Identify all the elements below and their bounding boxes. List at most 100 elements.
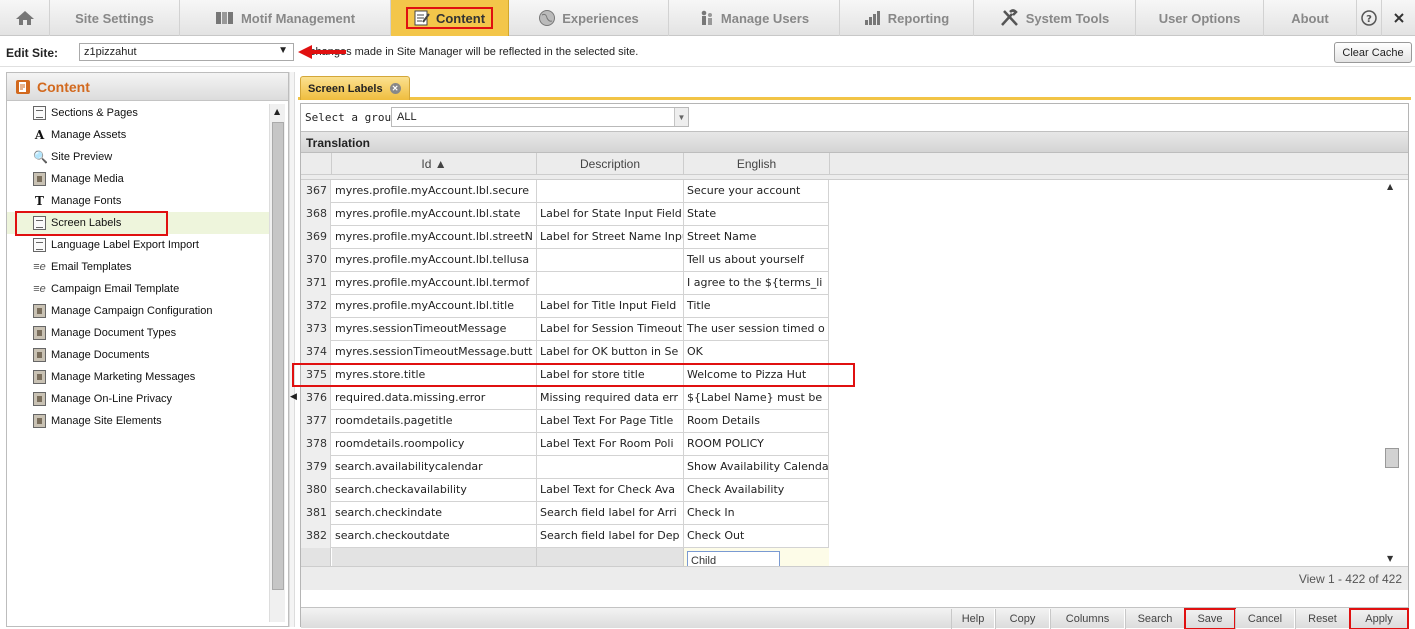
english-cell[interactable]: State <box>684 203 829 226</box>
description-cell[interactable] <box>537 272 684 295</box>
table-row[interactable]: 373 myres.sessionTimeoutMessage Label for … <box>301 318 829 341</box>
id-cell[interactable]: myres.profile.myAccount.lbl.title <box>332 295 537 318</box>
id-cell[interactable]: myres.profile.myAccount.lbl.termof <box>332 272 537 295</box>
description-cell[interactable]: Search field label for Dep <box>537 525 684 548</box>
apply-button[interactable]: Apply <box>1349 608 1409 629</box>
table-row[interactable]: 372 myres.profile.myAccount.lbl.title Labe… <box>301 295 829 318</box>
collapse-left-icon[interactable]: ◀ <box>290 392 297 402</box>
nav-close[interactable] <box>1382 0 1415 36</box>
table-row[interactable]: 379 search.availabilitycalendar Show Avail… <box>301 456 829 479</box>
english-cell[interactable]: Check Out <box>684 525 829 548</box>
id-cell[interactable]: myres.sessionTimeoutMessage.butt <box>332 341 537 364</box>
english-cell[interactable]: OK <box>684 341 829 364</box>
english-cell[interactable]: Room Details <box>684 410 829 433</box>
table-row[interactable]: 369 myres.profile.myAccount.lbl.streetN La… <box>301 226 829 249</box>
english-cell[interactable]: Check In <box>684 502 829 525</box>
description-cell[interactable]: Label for Title Input Field <box>537 295 684 318</box>
tree-item-email-templates[interactable]: ≡e Email Templates <box>7 256 270 278</box>
id-cell[interactable]: search.availabilitycalendar <box>332 456 537 479</box>
description-cell[interactable]: Label for Street Name Input <box>537 226 684 249</box>
tree-item-manage-assets[interactable]: A Manage Assets <box>7 124 270 146</box>
scroll-down-icon[interactable]: ▼ <box>1387 554 1393 563</box>
nav-home[interactable] <box>0 0 50 36</box>
description-cell[interactable]: Label for store title <box>537 364 684 387</box>
nav-system-tools[interactable]: System Tools <box>974 0 1136 36</box>
save-button[interactable]: Save <box>1184 608 1236 629</box>
description-cell[interactable] <box>537 249 684 272</box>
id-cell[interactable]: search.checkoutdate <box>332 525 537 548</box>
scroll-up-icon[interactable]: ▲ <box>274 107 280 116</box>
description-cell[interactable] <box>537 456 684 479</box>
description-cell[interactable]: Label Text For Room Poli <box>537 433 684 456</box>
tree-item-manage-on-line-privacy[interactable]: Manage On-Line Privacy <box>7 388 270 410</box>
tree-item-manage-fonts[interactable]: T Manage Fonts <box>7 190 270 212</box>
table-row[interactable]: 377 roomdetails.pagetitle Label Text For P… <box>301 410 829 433</box>
english-cell[interactable]: Street Name <box>684 226 829 249</box>
description-cell[interactable]: Search field label for Arri <box>537 502 684 525</box>
english-cell[interactable]: ${Label Name} must be <box>684 387 829 410</box>
grid-scroll-thumb[interactable] <box>1385 448 1399 468</box>
column-header-english[interactable]: English <box>684 153 830 175</box>
close-icon[interactable]: ✕ <box>389 83 401 94</box>
id-cell[interactable]: myres.profile.myAccount.lbl.secure <box>332 180 537 203</box>
tree-item-campaign-email-template[interactable]: ≡e Campaign Email Template <box>7 278 270 300</box>
tree-item-manage-site-elements[interactable]: Manage Site Elements <box>7 410 270 432</box>
table-row[interactable]: 371 myres.profile.myAccount.lbl.termof I a… <box>301 272 829 295</box>
nav-experiences[interactable]: Experiences <box>509 0 669 36</box>
table-row[interactable]: 382 search.checkoutdate Search field label… <box>301 525 829 548</box>
column-header-description[interactable]: Description <box>537 153 684 175</box>
nav-reporting[interactable]: Reporting <box>840 0 974 36</box>
column-header-id[interactable]: Id ▲ <box>332 153 537 175</box>
id-cell[interactable]: myres.sessionTimeoutMessage <box>332 318 537 341</box>
english-cell[interactable]: The user session timed o <box>684 318 829 341</box>
nav-manage-users[interactable]: Manage Users <box>669 0 840 36</box>
description-cell[interactable]: Label for Session Timeout <box>537 318 684 341</box>
table-row[interactable]: 375 myres.store.title Label for store titl… <box>301 364 829 387</box>
tree-item-manage-media[interactable]: Manage Media <box>7 168 270 190</box>
tree-item-manage-document-types[interactable]: Manage Document Types <box>7 322 270 344</box>
id-cell[interactable]: roomdetails.roompolicy <box>332 433 537 456</box>
english-cell[interactable]: Title <box>684 295 829 318</box>
description-cell[interactable] <box>537 180 684 203</box>
description-cell[interactable]: Label for OK button in Se <box>537 341 684 364</box>
tree-item-language-label-export-import[interactable]: Language Label Export Import <box>7 234 270 256</box>
panel-splitter[interactable]: ◀ <box>289 72 297 627</box>
columns-button[interactable]: Columns <box>1050 609 1125 629</box>
english-cell[interactable]: Show Availability Calenda <box>684 456 829 479</box>
cancel-button[interactable]: Cancel <box>1235 609 1295 629</box>
nav-about[interactable]: About <box>1264 0 1357 36</box>
copy-button[interactable]: Copy <box>995 609 1050 629</box>
nav-help[interactable]: ? <box>1357 0 1382 36</box>
search-button[interactable]: Search <box>1125 609 1185 629</box>
nav-site-settings[interactable]: Site Settings <box>50 0 180 36</box>
help-button[interactable]: Help <box>951 609 995 629</box>
english-cell[interactable]: Tell us about yourself <box>684 249 829 272</box>
nav-user-options[interactable]: User Options <box>1136 0 1264 36</box>
english-cell[interactable]: ROOM POLICY <box>684 433 829 456</box>
description-cell[interactable]: Label Text for Check Ava <box>537 479 684 502</box>
id-cell[interactable]: search.checkavailability <box>332 479 537 502</box>
english-cell[interactable]: Check Availability <box>684 479 829 502</box>
grid-scrollbar[interactable]: ▲ ▼ <box>1384 180 1400 565</box>
table-row[interactable]: 376 required.data.missing.error Missing re… <box>301 387 829 410</box>
id-cell[interactable]: myres.store.title <box>332 364 537 387</box>
tree-item-screen-labels[interactable]: Screen Labels <box>7 212 270 234</box>
chevron-down-icon[interactable]: ▼ <box>674 108 688 126</box>
description-cell[interactable]: Label Text For Page Title <box>537 410 684 433</box>
table-row[interactable]: 368 myres.profile.myAccount.lbl.state Labe… <box>301 203 829 226</box>
table-row[interactable]: 370 myres.profile.myAccount.lbl.tellusa Te… <box>301 249 829 272</box>
clear-cache-button[interactable]: Clear Cache <box>1334 42 1412 63</box>
id-cell[interactable]: myres.profile.myAccount.lbl.tellusa <box>332 249 537 272</box>
tab-screen-labels[interactable]: Screen Labels ✕ <box>300 76 410 100</box>
description-cell[interactable]: Missing required data err <box>537 387 684 410</box>
id-cell[interactable]: required.data.missing.error <box>332 387 537 410</box>
id-cell[interactable]: myres.profile.myAccount.lbl.state <box>332 203 537 226</box>
tree-item-manage-campaign-configuration[interactable]: Manage Campaign Configuration <box>7 300 270 322</box>
table-row[interactable]: 374 myres.sessionTimeoutMessage.butt Label… <box>301 341 829 364</box>
group-select[interactable]: ALL ▼ <box>391 107 689 127</box>
table-row[interactable]: 367 myres.profile.myAccount.lbl.secure Sec… <box>301 180 829 203</box>
table-row[interactable]: 381 search.checkindate Search field label … <box>301 502 829 525</box>
table-row[interactable]: 380 search.checkavailability Label Text fo… <box>301 479 829 502</box>
tree-item-manage-documents[interactable]: Manage Documents <box>7 344 270 366</box>
table-row[interactable]: 378 roomdetails.roompolicy Label Text For … <box>301 433 829 456</box>
